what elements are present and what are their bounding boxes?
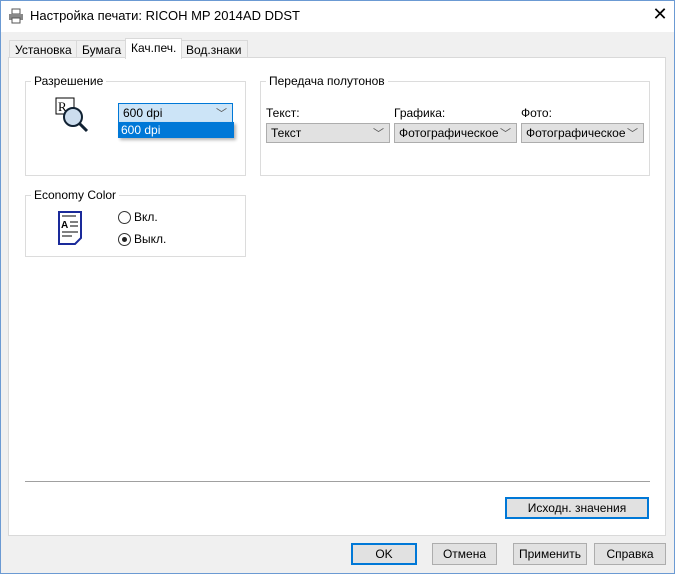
chevron-down-icon: ﹀ bbox=[500, 128, 511, 140]
tab-setup[interactable]: Установка bbox=[9, 40, 78, 58]
resolution-combo[interactable]: 600 dpi ﹀ bbox=[118, 103, 233, 123]
svg-text:A: A bbox=[61, 220, 68, 231]
graphics-combo[interactable]: Фотографическое ﹀ bbox=[394, 123, 517, 143]
resolution-option[interactable]: 600 dpi bbox=[118, 122, 234, 138]
chevron-down-icon: ﹀ bbox=[627, 128, 638, 140]
photo-label: Фото: bbox=[521, 106, 552, 120]
tab-paper[interactable]: Бумага bbox=[76, 40, 128, 58]
apply-button[interactable]: Применить bbox=[513, 543, 587, 565]
separator bbox=[25, 481, 650, 482]
graphics-label: Графика: bbox=[394, 106, 446, 120]
chevron-down-icon: ﹀ bbox=[216, 108, 227, 120]
graphics-value: Фотографическое bbox=[399, 126, 499, 140]
text-combo[interactable]: Текст ﹀ bbox=[266, 123, 390, 143]
title-bar: Настройка печати: RICOH MP 2014AD DDST ✕ bbox=[0, 0, 675, 32]
cancel-button[interactable]: Отмена bbox=[432, 543, 497, 565]
ok-button[interactable]: OK bbox=[351, 543, 417, 565]
reset-defaults-button[interactable]: Исходн. значения bbox=[505, 497, 649, 519]
tab-watermarks[interactable]: Вод.знаки bbox=[180, 40, 248, 58]
economy-on-radio[interactable] bbox=[118, 211, 131, 224]
printer-icon bbox=[9, 8, 23, 24]
photo-value: Фотографическое bbox=[526, 126, 626, 140]
window-title: Настройка печати: RICOH MP 2014AD DDST bbox=[30, 8, 300, 23]
economy-on-label[interactable]: Вкл. bbox=[134, 210, 158, 224]
photo-combo[interactable]: Фотографическое ﹀ bbox=[521, 123, 644, 143]
text-label: Текст: bbox=[266, 106, 300, 120]
resolution-value: 600 dpi bbox=[123, 106, 163, 120]
help-button[interactable]: Справка bbox=[594, 543, 666, 565]
chevron-down-icon: ﹀ bbox=[373, 128, 384, 140]
close-button[interactable]: ✕ bbox=[650, 4, 670, 25]
resolution-legend: Разрешение bbox=[31, 74, 107, 88]
economy-off-label[interactable]: Выкл. bbox=[134, 232, 166, 246]
tab-print-quality[interactable]: Кач.печ. bbox=[125, 38, 183, 59]
text-value: Текст bbox=[271, 126, 302, 140]
halftone-legend: Передача полутонов bbox=[266, 74, 388, 88]
economy-legend: Economy Color bbox=[31, 188, 120, 202]
economy-off-radio[interactable] bbox=[118, 233, 131, 246]
resolution-icon: R bbox=[55, 97, 89, 133]
document-icon: A bbox=[58, 211, 82, 245]
